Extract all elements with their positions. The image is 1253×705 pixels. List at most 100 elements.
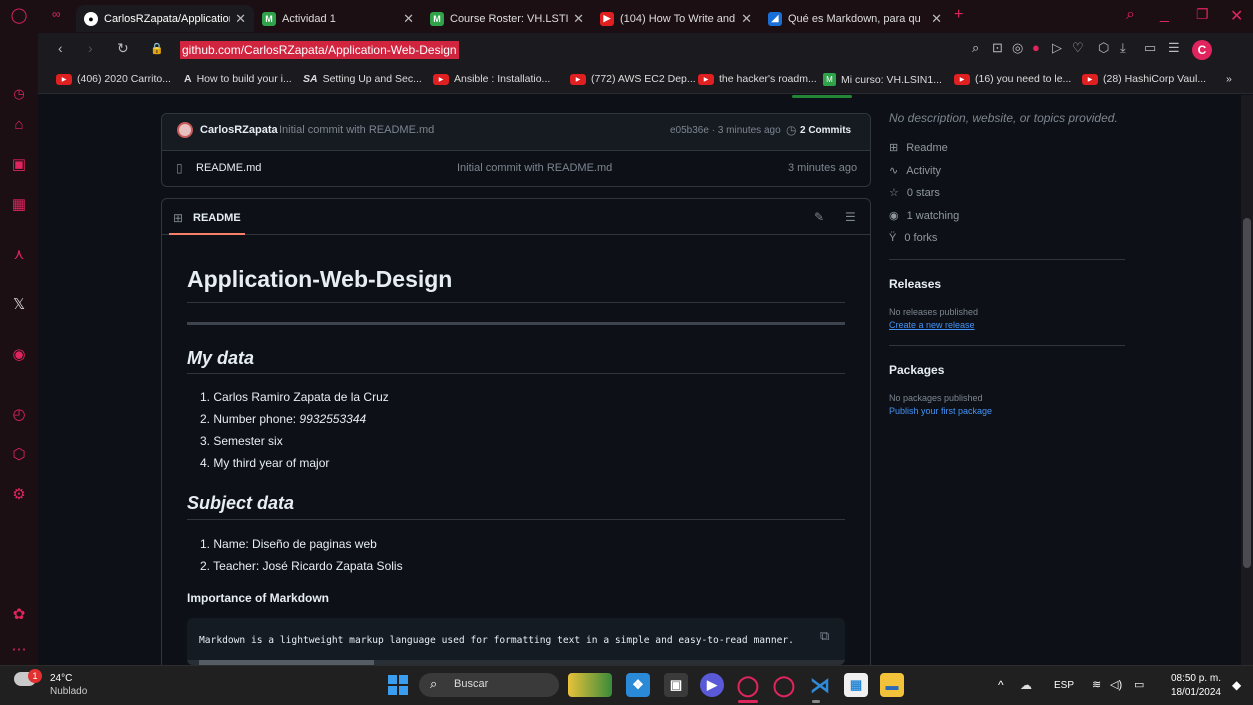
crypto-wallet-icon[interactable]: ▦ (9, 195, 29, 215)
bookmark-item[interactable]: ▶ (16) you need to le... (954, 73, 1071, 85)
show-hidden-icons[interactable]: ^ (998, 678, 1004, 692)
tab-course-roster[interactable]: M Course Roster: VH.LSTI1830 ✕ (422, 5, 592, 32)
clock-date[interactable]: 18/01/2024 (1163, 687, 1221, 698)
releases-heading[interactable]: Releases (889, 277, 941, 291)
flow-icon[interactable]: ▷ (1052, 40, 1062, 56)
volume-icon[interactable]: ◁) (1110, 678, 1122, 691)
clock-time[interactable]: 08:50 p. m. (1163, 673, 1221, 684)
bookmarks-more-icon[interactable]: » (1226, 73, 1232, 85)
file-name-link[interactable]: README.md (196, 162, 261, 174)
commit-author[interactable]: CarlosRZapata (200, 124, 278, 136)
create-release-link[interactable]: Create a new release (889, 320, 975, 330)
heart-icon[interactable]: ♡ (1072, 40, 1084, 56)
extensions-cube-icon[interactable]: ⬡ (9, 445, 29, 465)
profile-avatar[interactable]: C (1192, 40, 1212, 60)
file-commit-message[interactable]: Initial commit with README.md (457, 162, 612, 174)
onedrive-cloud-icon[interactable]: ☁ (1020, 678, 1032, 692)
history-icon[interactable]: ◴ (9, 405, 29, 425)
tab-github[interactable]: ● CarlosRZapata/Application ✕ (76, 5, 254, 32)
reload-icon[interactable]: ↻ (117, 40, 129, 57)
bookmark-item[interactable]: SA Setting Up and Sec... (303, 73, 422, 85)
vscode-icon[interactable]: ⋊ (808, 673, 832, 697)
settings-gear-icon[interactable]: ⚙ (9, 485, 29, 505)
weather-desc[interactable]: Nublado (50, 686, 87, 697)
bookmark-item[interactable]: ▶ (406) 2020 Carrito... (56, 73, 171, 85)
readme-tab-underline (169, 233, 245, 235)
back-icon[interactable]: ‹ (58, 40, 63, 56)
divider (187, 373, 845, 374)
wifi-icon[interactable]: ≋ (1092, 678, 1101, 691)
scrollbar-thumb[interactable] (1243, 218, 1251, 568)
widgets-image-icon[interactable] (568, 673, 612, 697)
workspace-icon[interactable]: ∞ (52, 7, 61, 21)
readme-link[interactable]: ⊞ Readme (889, 141, 948, 155)
forward-icon[interactable]: › (88, 40, 93, 56)
opera-gx-icon[interactable]: ◯ (736, 673, 760, 697)
notification-bell-icon[interactable]: ◆ (1232, 678, 1241, 692)
readme-tab[interactable]: README (193, 212, 241, 224)
close-tab-icon[interactable]: ✕ (741, 11, 752, 27)
avatar[interactable] (177, 122, 193, 138)
extensions-icon[interactable]: ⬡ (1098, 40, 1109, 56)
copy-icon[interactable]: ⧉ (820, 628, 829, 644)
battery-saver-icon[interactable]: ▭ (1144, 40, 1156, 56)
search-tabs-icon[interactable]: ⌕ (1126, 6, 1135, 24)
bookmark-item[interactable]: ▶ the hacker's roadm... (698, 73, 817, 85)
teams-icon[interactable]: ▶ (700, 673, 724, 697)
tab-youtube[interactable]: ▶ (104) How To Write and Pr ✕ (592, 5, 760, 32)
more-dots-icon[interactable]: ⋯ (9, 640, 29, 660)
commit-hash-time[interactable]: e05b36e · 3 minutes ago (670, 125, 781, 136)
publish-package-link[interactable]: Publish your first package (889, 406, 992, 416)
bookmark-item[interactable]: ▶ (772) AWS EC2 Dep... (570, 73, 696, 85)
twitch-icon[interactable]: ▣ (9, 155, 29, 175)
x-twitter-icon[interactable]: 𝕏 (9, 295, 29, 315)
commit-message[interactable]: Initial commit with README.md (279, 124, 434, 136)
file-explorer-icon[interactable]: ▬ (880, 673, 904, 697)
speed-dial-icon[interactable]: ◷ (9, 84, 29, 104)
battery-icon[interactable]: ▭ (1134, 678, 1144, 691)
minimize-icon[interactable]: _ (1160, 6, 1169, 24)
aria-icon[interactable]: ⋏ (9, 245, 29, 265)
opera-logo-icon[interactable]: ◯ (9, 6, 29, 26)
bookmark-item[interactable]: M Mi curso: VH.LSIN1... (823, 73, 942, 86)
youtube-icon: ▶ (570, 73, 586, 85)
language-indicator[interactable]: ESP (1054, 680, 1074, 691)
watching-link[interactable]: ◉ 1 watching (889, 209, 959, 223)
new-tab-icon[interactable]: + (954, 6, 963, 24)
packages-heading[interactable]: Packages (889, 363, 944, 377)
search-page-icon[interactable]: ⌕ (972, 40, 979, 56)
bookmark-item[interactable]: ▶ Ansible : Installatio... (433, 73, 550, 85)
task-view-icon[interactable]: ▣ (664, 673, 688, 697)
downloads-icon[interactable]: ⤓ (1120, 40, 1126, 56)
tab-markdown[interactable]: ◢ Qué es Markdown, para qu ✕ (760, 5, 950, 32)
easy-setup-icon[interactable]: ☰ (1168, 40, 1180, 56)
close-window-icon[interactable]: ✕ (1230, 6, 1243, 26)
bookmark-item[interactable]: A How to build your i... (184, 73, 292, 85)
camera-icon[interactable]: ◎ (1012, 40, 1023, 56)
personalize-icon[interactable]: ✿ (9, 605, 29, 625)
close-tab-icon[interactable]: ✕ (931, 11, 942, 27)
outline-list-icon[interactable]: ☰ (845, 210, 856, 224)
edit-pencil-icon[interactable]: ✎ (814, 210, 824, 224)
maximize-icon[interactable]: ❐ (1196, 6, 1209, 23)
close-tab-icon[interactable]: ✕ (235, 11, 246, 27)
player-icon[interactable]: ◉ (9, 345, 29, 365)
opera-icon[interactable]: ◯ (772, 673, 796, 697)
vpn-icon[interactable]: ● (1032, 40, 1040, 55)
forks-link[interactable]: Ÿ0 forks (889, 232, 937, 244)
close-tab-icon[interactable]: ✕ (403, 11, 414, 27)
commits-count[interactable]: 2 Commits (800, 125, 851, 136)
copilot-icon[interactable]: ❖ (626, 673, 650, 697)
weather-temp[interactable]: 24°C (50, 673, 72, 684)
activity-link[interactable]: ∿ Activity (889, 164, 941, 178)
store-icon[interactable]: ▦ (844, 673, 868, 697)
stars-link[interactable]: ☆ 0 stars (889, 186, 940, 200)
shopping-icon[interactable]: ⌂ (9, 115, 29, 135)
close-tab-icon[interactable]: ✕ (573, 11, 584, 27)
url-input[interactable]: github.com/CarlosRZapata/Application-Web… (180, 41, 459, 59)
windows-start-icon[interactable] (388, 675, 408, 695)
bookmark-item[interactable]: ▶ (28) HashiCorp Vaul... (1082, 73, 1206, 85)
tab-actividad[interactable]: M Actividad 1 ✕ (254, 5, 422, 32)
taskbar-search[interactable]: ⌕ Buscar (419, 673, 559, 697)
snapshot-icon[interactable]: ⊡ (992, 40, 1003, 56)
